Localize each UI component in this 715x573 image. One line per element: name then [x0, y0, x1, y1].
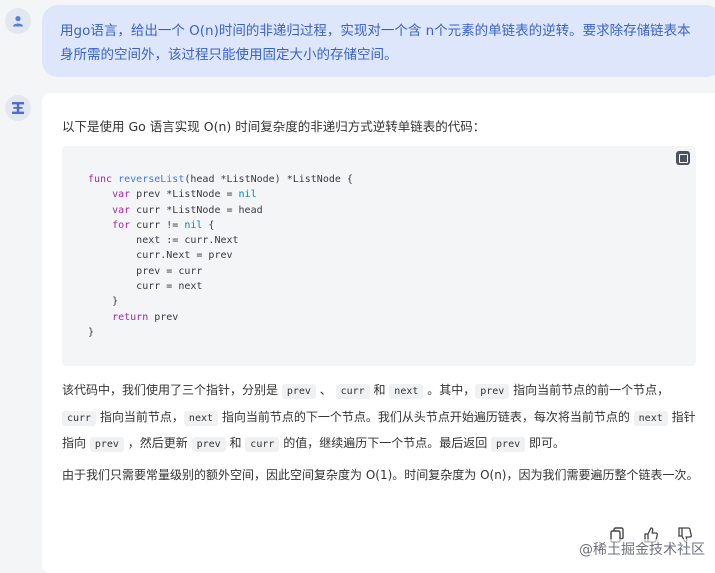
text-run: 。其中，	[423, 383, 476, 397]
code-token: nil	[184, 219, 203, 231]
text-run: 指向当前节点，	[96, 409, 184, 424]
inline-code-curr: curr	[335, 384, 370, 399]
text-run: 、	[315, 383, 336, 397]
text-run: 和	[369, 383, 390, 397]
code-token: prev = curr	[136, 265, 203, 277]
code-token: for	[112, 219, 131, 231]
user-message-bubble: 用go语言，给出一个 O(n)时间的非递归过程，实现对一个含 n个元素的单链表的…	[42, 5, 715, 77]
user-avatar	[5, 8, 31, 34]
inline-code-prev: prev	[89, 437, 124, 452]
code-content: func reverseList(head *ListNode) *ListNo…	[88, 172, 353, 340]
text-run: 即可。	[525, 436, 565, 450]
user-message-text: 用go语言，给出一个 O(n)时间的非递归过程，实现对一个含 n个元素的单链表的…	[60, 23, 691, 63]
code-token: (head *ListNode) *ListNode {	[184, 174, 353, 185]
text-run: 该代码中，我们使用了三个指针，分别是	[62, 383, 282, 397]
code-token: }	[112, 296, 119, 308]
code-token: next := curr.Next	[136, 235, 239, 247]
text-run: 指向当前节点的下一个节点。我们从头节点开始遍历链表，每次将当前节点的	[218, 409, 634, 424]
code-token: curr.Next = prev	[136, 250, 233, 262]
text-run: 的值，继续遍历下一个节点。最后返回	[279, 436, 492, 450]
code-token: }	[88, 326, 95, 338]
inline-code-prev: prev	[491, 437, 526, 452]
code-block: func reverseList(head *ListNode) *ListNo…	[62, 146, 696, 366]
complexity-paragraph: 由于我们只需要常量级别的额外空间，因此空间复杂度为 O(1)。时间复杂度为 O(…	[62, 468, 699, 482]
code-token: prev *ListNode =	[130, 189, 239, 201]
code-token: curr = next	[136, 281, 203, 293]
inline-code-prev: prev	[281, 384, 316, 399]
user-icon	[13, 16, 23, 27]
assistant-avatar	[5, 95, 31, 121]
code-token: prev	[148, 311, 179, 323]
copy-code-icon[interactable]	[676, 151, 690, 165]
code-token: func	[88, 174, 113, 185]
code-token: reverseList	[118, 174, 185, 185]
inline-code-curr: curr	[245, 437, 280, 452]
inline-code-curr: curr	[62, 410, 97, 426]
watermark: @稀土掘金技术社区	[577, 539, 707, 559]
text-run: 和	[225, 436, 246, 450]
inline-code-next: next	[633, 410, 668, 426]
inline-code-next: next	[389, 384, 424, 399]
explanation-paragraph: 该代码中，我们使用了三个指针，分别是 prev 、 curr 和 next 。其…	[62, 378, 702, 458]
answer-intro: 以下是使用 Go 语言实现 O(n) 时间复杂度的非递归方式逆转单链表的代码：	[62, 119, 486, 134]
code-token: curr *ListNode = head	[130, 204, 263, 216]
text-run: 指向当前节点的前一个节点，	[509, 383, 670, 397]
text-run: ，然后更新	[123, 436, 192, 450]
code-token: return	[112, 311, 149, 323]
inline-code-prev: prev	[191, 437, 226, 452]
inline-code-prev: prev	[475, 384, 510, 399]
code-token: curr !=	[130, 219, 185, 231]
code-token: {	[202, 219, 215, 231]
code-token: var	[112, 189, 131, 201]
code-token: nil	[238, 189, 257, 201]
assistant-logo-icon	[12, 102, 24, 114]
inline-code-next: next	[183, 410, 219, 426]
code-token: var	[112, 204, 131, 216]
